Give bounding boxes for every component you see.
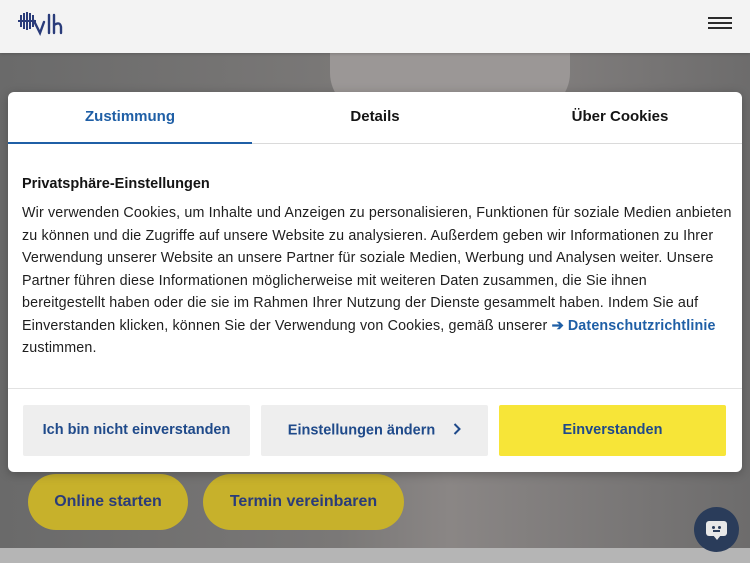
privacy-body: Wir verwenden Cookies, um Inhalte und An… <box>22 205 732 334</box>
dialog-content: Privatsphäre-Einstellungen Wir verwenden… <box>22 176 732 360</box>
privacy-policy-link[interactable]: ➔ Datenschutzrichtlinie <box>552 318 716 334</box>
chat-bubble-icon <box>706 521 727 540</box>
dialog-tabs: Zustimmung Details Über Cookies <box>8 92 742 144</box>
tab-consent[interactable]: Zustimmung <box>8 92 252 144</box>
chat-button[interactable] <box>694 507 739 552</box>
tab-details[interactable]: Details <box>253 92 497 144</box>
privacy-heading: Privatsphäre-Einstellungen <box>22 176 210 192</box>
tab-about-cookies[interactable]: Über Cookies <box>498 92 742 144</box>
page-strip <box>0 548 750 563</box>
chevron-right-icon <box>453 405 462 456</box>
site-header <box>0 0 750 53</box>
vlh-logo-icon[interactable] <box>18 11 64 39</box>
decline-button[interactable]: Ich bin nicht einverstanden <box>23 405 250 456</box>
privacy-text: Wir verwenden Cookies, um Inhalte und An… <box>22 202 732 360</box>
change-settings-label: Einstellungen ändern <box>287 422 436 439</box>
book-appointment-button[interactable]: Termin vereinbaren <box>203 474 404 530</box>
privacy-body-end: zustimmen. <box>22 340 97 356</box>
cookie-consent-dialog: Zustimmung Details Über Cookies Privatsp… <box>8 92 742 472</box>
change-settings-button[interactable]: Einstellungen ändern <box>261 405 488 456</box>
online-start-button[interactable]: Online starten <box>28 474 188 530</box>
accept-button[interactable]: Einverstanden <box>499 405 726 456</box>
divider <box>8 388 742 389</box>
hamburger-menu-icon[interactable] <box>708 17 732 33</box>
